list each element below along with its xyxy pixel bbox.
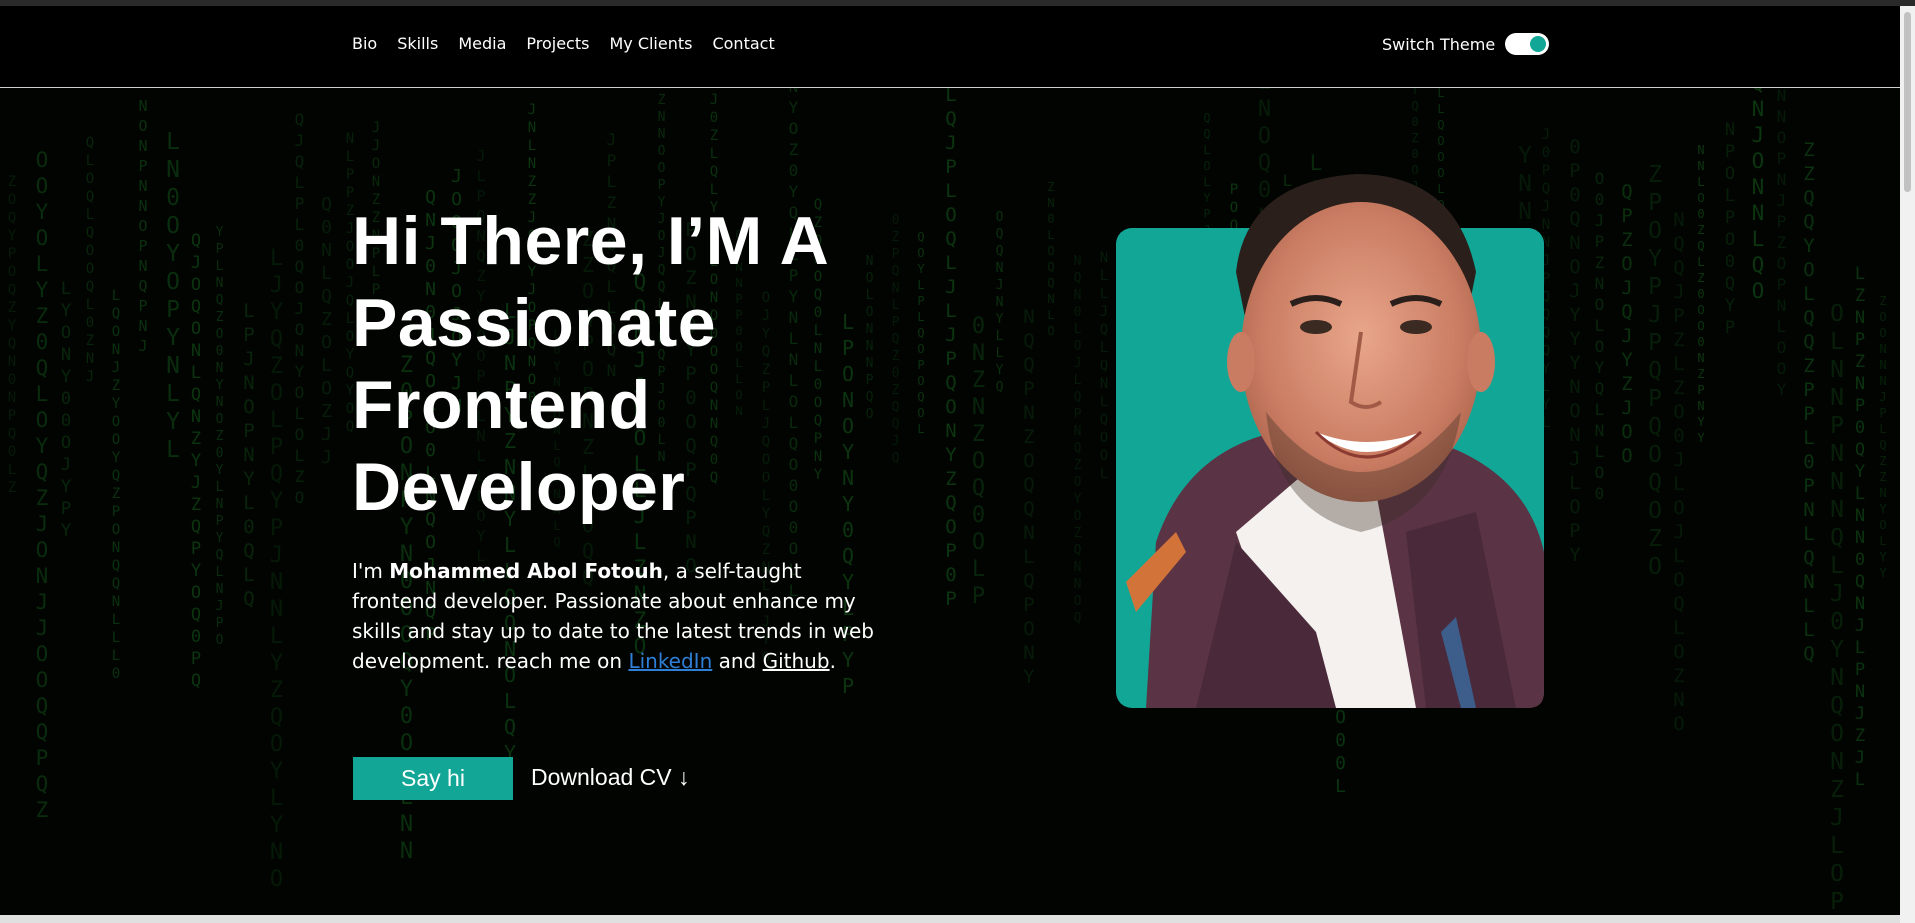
matrix-glyph-column: LN0OYOPYNLYL (160, 129, 186, 465)
vertical-scrollbar[interactable] (1900, 6, 1915, 923)
matrix-glyph-column: QJQLPL0QOJONYOLOLZO (290, 110, 309, 509)
matrix-glyph-column: LQONJZYOOYQZPONQQNLLL0 (108, 288, 124, 684)
matrix-glyph-column: LPJNOPNYL0QLQ (238, 300, 260, 612)
matrix-glyph-column: ZOQYPOQZYQN0NPQ0LZ (4, 174, 20, 498)
matrix-glyph-column: QJOQONLQNZYJZQPYOQ0PQ (186, 231, 206, 693)
matrix-glyph-column: NONPNNOPNQPNJ (134, 97, 152, 357)
matrix-glyph-column: NLLJQLQNLQOOL (1096, 250, 1112, 484)
matrix-glyph-column: 0QNJONNLQO (1746, 88, 1770, 305)
matrix-glyph-column: 0ZPQNLPQZ0ZQQJQ (888, 213, 903, 468)
window-bottom-edge (0, 915, 1900, 923)
matrix-glyph-column: NQQPNZOQQNLQPONY (1018, 306, 1040, 690)
scrollbar-thumb[interactable] (1904, 12, 1911, 192)
matrix-glyph-column: NQN0LOJLQPNQZOYOZQNNOQ (1070, 254, 1085, 628)
intro-name: Mohammed Abol Fotouh (389, 559, 663, 583)
matrix-glyph-column: QLOQLQOOQL0ZNJ (82, 135, 98, 387)
matrix-glyph-column: ZPOYPJPQPQOQOZO (1642, 162, 1668, 582)
matrix-glyph-column: LYONY00OJYPY (56, 279, 76, 543)
matrix-glyph-column: QOYLPLQOPOQOL (914, 230, 928, 438)
navbar: Bio Skills Media Projects My Clients Con… (0, 6, 1900, 88)
matrix-glyph-column: LZNPZNP0QYLNN0QNJLPNJZJL (1850, 264, 1870, 792)
nav-bio[interactable]: Bio (352, 34, 377, 53)
matrix-glyph-column: O0JPZNOLOYQLNLO0 (1590, 169, 1609, 505)
theme-switch: Switch Theme (1382, 33, 1550, 55)
hero-headline: Hi There, I’M A Passionate Frontend Deve… (352, 203, 827, 525)
linkedin-link[interactable]: LinkedIn (628, 649, 712, 673)
download-cv-link[interactable]: Download CV ↓ (531, 764, 690, 791)
matrix-glyph-column: OOYOLYZ0QLOYQZJONJJOOQQPQZ (30, 148, 54, 824)
matrix-glyph-column: OLNNPNNNQLJ0YNQONZJLOPO (1824, 301, 1850, 915)
matrix-glyph-column: NQQJPZLZO0JLOJLOQLOZNO (1668, 209, 1690, 737)
nav-my-clients[interactable]: My Clients (609, 34, 692, 53)
matrix-glyph-column: 0P0QNOJYYYNONJLOPY (1564, 136, 1586, 568)
matrix-glyph-column: OQQNJNYLLYQ (992, 210, 1007, 397)
matrix-glyph-column: NNOPNJPZOPNLOOY (1772, 88, 1791, 401)
nav-links: Bio Skills Media Projects My Clients Con… (352, 34, 775, 53)
matrix-glyph-column: LJYQZOLPQYPJNNLYZQOYLYNO (264, 246, 289, 894)
matrix-glyph-column: Q0NLQZOLOZJJ (316, 194, 337, 470)
intro-and: and (712, 649, 763, 673)
matrix-glyph-column: NPOLPO0QYP (1720, 120, 1740, 340)
nav-projects[interactable]: Projects (526, 34, 589, 53)
nav-contact[interactable]: Contact (712, 34, 774, 53)
matrix-glyph-column: NNLO0ZQLZ0OO0NZPNYY (1694, 143, 1708, 447)
matrix-glyph-column: LQJPLOQLJLJPQONYZQOP0P (940, 88, 962, 612)
intro-prefix: I'm (352, 559, 390, 583)
github-link[interactable]: Github (763, 649, 830, 673)
theme-switch-label: Switch Theme (1382, 34, 1496, 54)
say-hi-button[interactable]: Say hi (353, 757, 513, 800)
toggle-knob (1530, 36, 1547, 52)
matrix-glyph-column: ZN0LOQQNLO (1044, 180, 1058, 340)
matrix-glyph-column: ZOONNNJPLQZZNYOLYY (1876, 294, 1890, 582)
toggle-switch-icon[interactable] (1505, 33, 1550, 55)
matrix-rain-background: ZOQYPOQZYQN0NPQ0LZ OOYOLYZ0QLOYQZJONJJOOQ… (0, 88, 1900, 915)
nav-media[interactable]: Media (458, 34, 506, 53)
intro-end: . (829, 649, 836, 673)
hero-section: ZOQYPOQZYQN0NPQ0LZ OOYOLYZ0QLOYQZJONJJOOQ… (0, 88, 1900, 915)
nav-skills[interactable]: Skills (397, 34, 438, 53)
portrait-photo (1126, 174, 1544, 708)
hero-intro: I'm Mohammed Abol Fotouh, a self-taught … (352, 556, 882, 676)
matrix-glyph-column: ZZQQYOLQQZPPL0PNLQNLLQ (1798, 139, 1820, 667)
matrix-glyph-column: 0NZNZOQ0OLP (966, 314, 991, 611)
matrix-glyph-column: QPZOJQJYZJOO (1616, 181, 1638, 469)
matrix-glyph-column: YPLNQZO0NYNOZ0YLNPYQLNJPO (212, 225, 227, 650)
